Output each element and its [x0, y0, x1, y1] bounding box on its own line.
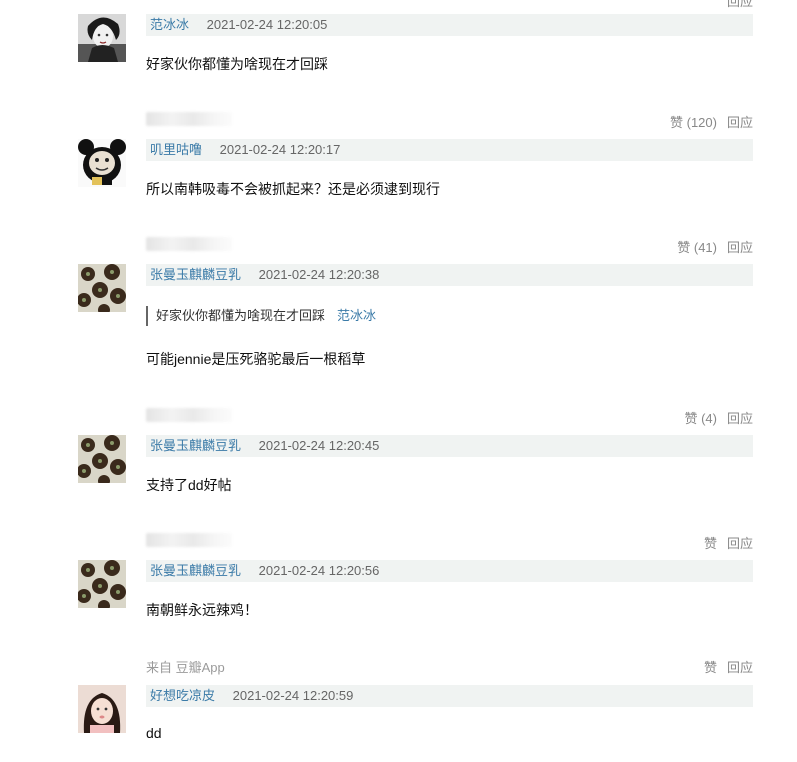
comment-item: 张曼玉麒麟豆乳 2021-02-24 12:20:45 支持了dd好帖 [78, 435, 753, 495]
comment-meta-row: 赞回应 [146, 533, 753, 552]
comment-meta-row: 赞 (120) 回应 [146, 112, 753, 131]
reply-button[interactable]: 回应 [727, 536, 753, 551]
like-button[interactable]: 赞 (41) [677, 240, 717, 255]
comment-text: 所以南韩吸毒不会被抓起来？还是必须逮到现行 [146, 181, 440, 197]
reply-link[interactable]: 回应 [727, 0, 753, 10]
comment-actions: 赞 (120) 回应 [670, 112, 753, 131]
timestamp: 2021-02-24 12:20:45 [258, 438, 380, 453]
quoted-reply: 好家伙你都懂为啥现在才回踩 范冰冰 [146, 306, 376, 326]
comment-header: 范冰冰 2021-02-24 12:20:05 [146, 14, 753, 36]
like-button[interactable]: 赞 [704, 660, 717, 675]
comment-header: 张曼玉麒麟豆乳 2021-02-24 12:20:45 [146, 435, 753, 457]
blurred-username [146, 112, 232, 126]
timestamp: 2021-02-24 12:20:05 [206, 17, 328, 32]
flower-pattern-icon[interactable] [78, 560, 126, 608]
comment-item: 范冰冰 2021-02-24 12:20:05 好家伙你都懂为啥现在才回踩 [78, 14, 753, 74]
blurred-username [146, 408, 232, 422]
username-link[interactable]: 好想吃凉皮 [150, 688, 215, 703]
blurred-username [146, 533, 232, 547]
comment-actions: 赞回应 [704, 657, 753, 676]
username-link[interactable]: 张曼玉麒麟豆乳 [150, 438, 241, 453]
timestamp: 2021-02-24 12:20:17 [219, 142, 341, 157]
comment-text: 支持了dd好帖 [146, 477, 232, 493]
comment-text: dd [146, 725, 162, 741]
username-link[interactable]: 张曼玉麒麟豆乳 [150, 267, 241, 282]
comment-actions: 赞 (41) 回应 [677, 237, 753, 256]
comment-header: 叽里咕噜 2021-02-24 12:20:17 [146, 139, 753, 161]
comment-header: 张曼玉麒麟豆乳 2021-02-24 12:20:56 [146, 560, 753, 582]
comment-actions: 赞回应 [704, 533, 753, 552]
top-action-row: 回应 [146, 0, 753, 10]
timestamp: 2021-02-24 12:20:56 [258, 563, 380, 578]
panda-meme-icon[interactable] [78, 139, 126, 187]
reply-button[interactable]: 回应 [727, 660, 753, 675]
reply-button[interactable]: 回应 [727, 115, 753, 130]
username-link[interactable]: 张曼玉麒麟豆乳 [150, 563, 241, 578]
comment-item: 好想吃凉皮 2021-02-24 12:20:59 dd [78, 685, 753, 745]
comment-actions: 赞 (4) 回应 [684, 408, 753, 427]
timestamp: 2021-02-24 12:20:59 [232, 688, 354, 703]
comment-item: 张曼玉麒麟豆乳 2021-02-24 12:20:56 南朝鲜永远辣鸡！ [78, 560, 753, 620]
like-button[interactable]: 赞 [704, 536, 717, 551]
comment-text: 可能jennie是压死骆驼最后一根稻草 [146, 351, 366, 367]
username-link[interactable]: 范冰冰 [150, 17, 189, 32]
flower-pattern-icon[interactable] [78, 435, 126, 483]
quote-username-link[interactable]: 范冰冰 [337, 308, 376, 323]
blurred-username [146, 237, 232, 251]
comment-item: 叽里咕噜 2021-02-24 12:20:17 所以南韩吸毒不会被抓起来？还是… [78, 139, 753, 199]
comment-meta-row: 来自 豆瓣App 赞回应 [146, 657, 753, 676]
like-button[interactable]: 赞 (4) [684, 411, 717, 426]
timestamp: 2021-02-24 12:20:38 [258, 267, 380, 282]
reply-button[interactable]: 回应 [727, 240, 753, 255]
girl-portrait-icon[interactable] [78, 685, 126, 733]
portrait-icon[interactable] [78, 14, 126, 62]
comment-header: 好想吃凉皮 2021-02-24 12:20:59 [146, 685, 753, 707]
flower-pattern-icon[interactable] [78, 264, 126, 312]
like-button[interactable]: 赞 (120) [670, 115, 717, 130]
comment-text: 南朝鲜永远辣鸡！ [146, 602, 258, 618]
comment-meta-row: 赞 (4) 回应 [146, 408, 753, 427]
comment-text: 好家伙你都懂为啥现在才回踩 [146, 56, 328, 72]
reply-button[interactable]: 回应 [727, 411, 753, 426]
comment-header: 张曼玉麒麟豆乳 2021-02-24 12:20:38 [146, 264, 753, 286]
comment-item: 张曼玉麒麟豆乳 2021-02-24 12:20:38 好家伙你都懂为啥现在才回… [78, 264, 753, 374]
comment-meta-row: 赞 (41) 回应 [146, 237, 753, 256]
quote-text: 好家伙你都懂为啥现在才回踩 [156, 308, 326, 323]
username-link[interactable]: 叽里咕噜 [150, 142, 202, 157]
source-label: 来自 豆瓣App [146, 660, 225, 675]
